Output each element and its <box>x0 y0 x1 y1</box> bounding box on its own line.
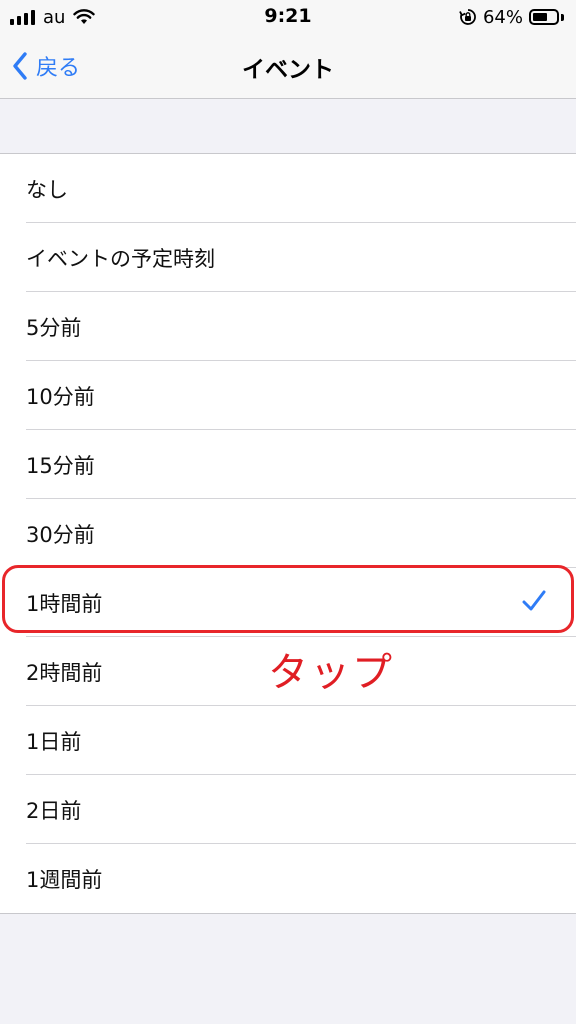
list-item[interactable]: 15分前 <box>0 430 576 499</box>
battery-cap <box>561 13 564 21</box>
list-item-label: 30分前 <box>26 522 95 547</box>
list-item[interactable]: なし <box>0 154 576 223</box>
list-item[interactable]: 1週間前 <box>0 844 576 913</box>
list-item-label: 1日前 <box>26 729 82 754</box>
page-title: イベント <box>242 57 334 83</box>
list-item-label: なし <box>26 177 68 202</box>
status-bar: au 9:21 64% <box>0 0 576 34</box>
tap-highlight-outline <box>2 565 574 633</box>
list-item[interactable]: 5分前 <box>0 292 576 361</box>
list-item[interactable]: 10分前 <box>0 361 576 430</box>
status-right: 64% <box>459 6 564 28</box>
list-item[interactable]: 30分前 <box>0 499 576 568</box>
list-item-label: 15分前 <box>26 453 95 478</box>
list-item-label: 5分前 <box>26 315 82 340</box>
list-item-label: 2時間前 <box>26 660 103 685</box>
list-item[interactable]: イベントの予定時刻 <box>0 223 576 292</box>
battery-icon <box>529 9 559 25</box>
list-item-label: 1週間前 <box>26 867 103 892</box>
rotation-lock-icon <box>459 9 476 25</box>
navigation-bar: 戻る イベント <box>0 34 576 99</box>
list-item-label: 10分前 <box>26 384 95 409</box>
alert-options-list: なし イベントの予定時刻 5分前 10分前 15分前 30分前 1時間前 2時間… <box>0 153 576 914</box>
list-item[interactable]: 2日前 <box>0 775 576 844</box>
battery-level-fill <box>533 13 547 21</box>
list-item[interactable]: 1日前 <box>0 706 576 775</box>
tap-annotation: タップ <box>268 650 394 696</box>
battery-percent: 64% <box>482 6 523 28</box>
list-item-label: イベントの予定時刻 <box>26 246 215 271</box>
list-item-label: 2日前 <box>26 798 82 823</box>
